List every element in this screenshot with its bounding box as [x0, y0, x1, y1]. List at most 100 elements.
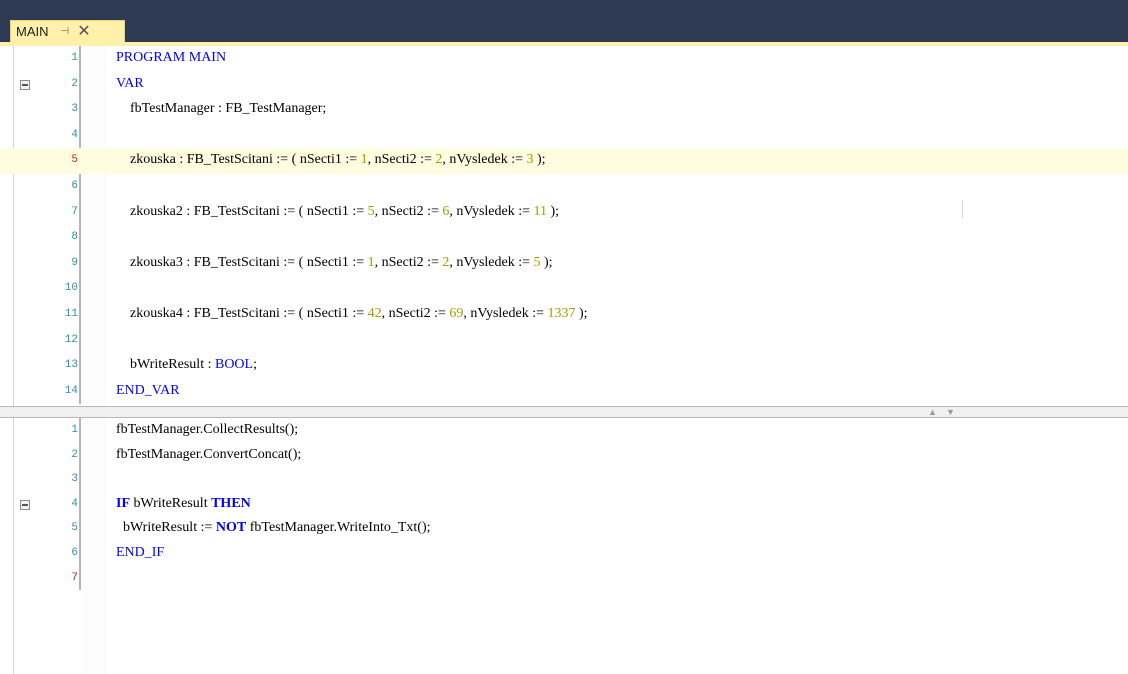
keyword: IF — [116, 495, 130, 511]
keyword: END_IF — [116, 545, 165, 560]
code-token: , nVysledek := — [449, 254, 534, 270]
code-line[interactable]: 2 VAR — [0, 72, 1128, 98]
document-tab-bar: MAIN ⊣ ✕ — [0, 0, 1128, 42]
number-literal: 3 — [526, 152, 534, 168]
code-line[interactable]: 14 END_VAR — [0, 379, 1128, 405]
code-token: , nSecti2 := — [374, 254, 443, 270]
code-text[interactable]: fbTestManager.CollectResults(); — [116, 422, 298, 438]
number-literal: 69 — [449, 306, 464, 321]
code-line[interactable]: 9 zkouska3 : FB_TestScitani := ( nSecti1… — [0, 251, 1128, 277]
triangle-down-icon[interactable]: ▼ — [946, 407, 955, 417]
code-token: , nVysledek := — [442, 152, 527, 168]
code-text[interactable]: zkouska3 : FB_TestScitani := ( nSecti1 :… — [116, 255, 553, 271]
code-line[interactable]: 7 zkouska2 : FB_TestScitani := ( nSecti1… — [0, 200, 1128, 226]
line-number: 12 — [64, 333, 78, 346]
code-line[interactable]: 12 — [0, 328, 1128, 354]
line-number: 14 — [64, 384, 78, 397]
number-literal: 5 — [533, 254, 541, 270]
code-line[interactable]: 6 END_IF — [0, 541, 1128, 567]
code-text[interactable]: fbTestManager.ConvertConcat(); — [116, 447, 301, 463]
code-text[interactable]: END_VAR — [116, 383, 180, 399]
line-number: 8 — [71, 231, 78, 244]
code-token: fbTestManager : FB_TestManager; — [116, 101, 327, 117]
code-text[interactable]: VAR — [116, 76, 144, 92]
code-token: zkouska2 : FB_TestScitani := ( nSecti1 :… — [116, 203, 368, 219]
line-number: 9 — [71, 256, 78, 269]
line-number: 4 — [71, 497, 78, 510]
code-text[interactable]: PROGRAM MAIN — [116, 50, 226, 66]
line-number: 13 — [64, 359, 78, 372]
keyword: BOOL — [214, 357, 254, 373]
line-number: 5 — [71, 154, 78, 167]
line-number: 1 — [71, 424, 78, 436]
code-text[interactable]: zkouska : FB_TestScitani := ( nSecti1 :=… — [116, 152, 546, 168]
triangle-up-icon[interactable]: ▲ — [928, 407, 937, 417]
code-line[interactable]: 4 IF bWriteResult THEN — [0, 492, 1128, 518]
keyword: END_VAR — [116, 382, 180, 398]
code-token: bWriteResult := — [116, 520, 216, 536]
code-token: bWriteResult : — [116, 357, 215, 373]
collapse-minus-icon[interactable] — [20, 79, 30, 90]
code-line[interactable]: 3 fbTestManager : FB_TestManager; — [0, 97, 1128, 123]
code-text[interactable]: bWriteResult : BOOL; — [116, 357, 257, 373]
code-text[interactable]: zkouska2 : FB_TestScitani := ( nSecti1 :… — [116, 204, 559, 220]
line-number: 10 — [64, 282, 78, 295]
code-token: bWriteResult — [130, 495, 212, 511]
keyword: VAR — [116, 75, 144, 91]
tab-title: MAIN — [16, 24, 49, 39]
code-text[interactable]: bWriteResult := NOT fbTestManager.WriteI… — [116, 520, 431, 536]
line-number: 4 — [71, 128, 78, 141]
code-line[interactable]: 5 bWriteResult := NOT fbTestManager.Writ… — [0, 516, 1128, 542]
code-token: zkouska : FB_TestScitani := ( nSecti1 := — [116, 152, 361, 168]
declaration-editor[interactable]: 1 PROGRAM MAIN 2 VAR 3 fbTestManager : FB_Te… — [0, 46, 1128, 406]
code-line[interactable]: 3 — [0, 467, 1128, 493]
code-line[interactable]: 2 fbTestManager.ConvertConcat(); — [0, 443, 1128, 469]
tab-main[interactable]: MAIN ⊣ ✕ — [10, 20, 125, 42]
code-line[interactable]: 13 bWriteResult : BOOL; — [0, 353, 1128, 379]
line-number: 3 — [71, 103, 78, 116]
code-token: , nSecti2 := — [374, 203, 443, 219]
code-token: fbTestManager.ConvertConcat(); — [116, 446, 302, 462]
number-literal: 1 — [367, 254, 375, 270]
code-line[interactable]: 8 — [0, 225, 1128, 251]
code-line[interactable]: 1 PROGRAM MAIN — [0, 46, 1128, 72]
code-token: , nSecti2 := — [381, 306, 450, 321]
code-line[interactable]: 1 fbTestManager.CollectResults(); — [0, 418, 1128, 444]
line-number: 7 — [71, 571, 78, 584]
code-text[interactable]: IF bWriteResult THEN — [116, 496, 251, 512]
code-token: ); — [547, 203, 560, 219]
number-literal: 11 — [533, 203, 547, 219]
code-token: ); — [540, 254, 553, 270]
line-number: 2 — [71, 77, 78, 90]
code-line[interactable]: 5 zkouska : FB_TestScitani := ( nSecti1 … — [0, 148, 1128, 175]
collapse-minus-icon[interactable] — [20, 499, 30, 510]
line-number: 1 — [71, 52, 78, 64]
code-token: zkouska4 : FB_TestScitani := ( nSecti1 :… — [116, 306, 368, 321]
code-line[interactable]: 10 — [0, 276, 1128, 302]
line-number: 7 — [71, 205, 78, 218]
code-text[interactable]: fbTestManager : FB_TestManager; — [116, 101, 326, 117]
pin-icon[interactable]: ⊣ — [61, 26, 70, 37]
editor-splitter[interactable]: ▲ ▼ — [0, 406, 1128, 418]
code-text[interactable]: zkouska4 : FB_TestScitani := ( nSecti1 :… — [116, 306, 588, 322]
code-line[interactable]: 7 — [0, 566, 1128, 592]
code-token: ; — [253, 357, 257, 373]
code-token: ); — [533, 152, 546, 168]
implementation-editor[interactable]: 1 fbTestManager.CollectResults(); 2 fbTestM… — [0, 418, 1128, 674]
code-line[interactable]: 6 — [0, 174, 1128, 200]
keyword: PROGRAM MAIN — [116, 50, 227, 65]
code-line[interactable]: 4 — [0, 123, 1128, 149]
line-number: 3 — [71, 473, 78, 486]
number-literal: 1 — [360, 152, 368, 168]
code-text[interactable]: END_IF — [116, 545, 164, 561]
line-number: 6 — [71, 547, 78, 559]
code-line[interactable]: 11 zkouska4 : FB_TestScitani := ( nSecti… — [0, 302, 1128, 328]
close-icon[interactable]: ✕ — [77, 23, 90, 40]
number-literal: 42 — [367, 306, 382, 321]
keyword: THEN — [211, 495, 251, 511]
code-token: fbTestManager.CollectResults(); — [116, 422, 299, 437]
line-number: 6 — [71, 180, 78, 192]
text-cursor — [962, 200, 963, 218]
line-number: 5 — [71, 522, 78, 535]
code-token: , nVysledek := — [449, 203, 534, 219]
